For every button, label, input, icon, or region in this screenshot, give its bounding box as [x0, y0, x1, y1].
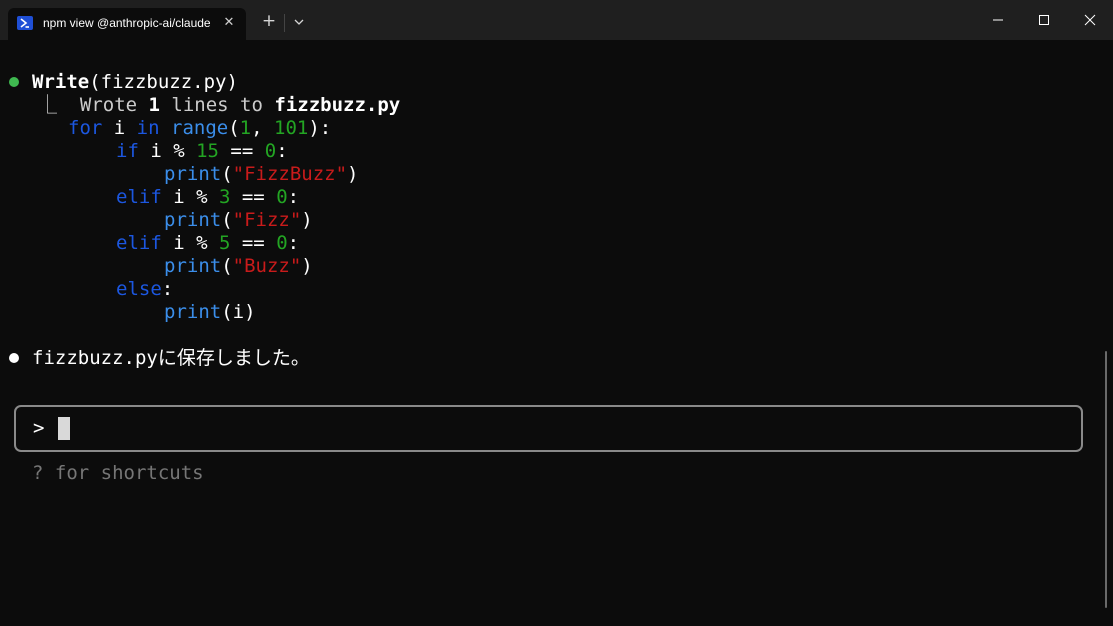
- scrollbar[interactable]: [1105, 351, 1107, 608]
- shortcuts-hint: ? for shortcuts: [32, 462, 204, 484]
- minimize-button[interactable]: [975, 0, 1021, 40]
- code-line-3: print("FizzBuzz"): [164, 163, 359, 185]
- text-cursor: [58, 417, 70, 440]
- maximize-button[interactable]: [1021, 0, 1067, 40]
- terminal-output[interactable]: Write(fizzbuzz.py) ⎿ Wrote 1 lines to fi…: [0, 40, 1113, 626]
- code-line-4: elif i % 3 == 0:: [116, 186, 300, 208]
- powershell-icon: [17, 16, 33, 30]
- code-line-7: print("Buzz"): [164, 255, 313, 277]
- minimize-icon: [993, 19, 1003, 21]
- code-line-9: print(i): [164, 301, 256, 323]
- chevron-down-icon[interactable]: [290, 11, 308, 33]
- message-dot: [9, 353, 19, 363]
- tab-divider: [284, 14, 285, 32]
- close-button[interactable]: [1067, 0, 1113, 40]
- prompt-input[interactable]: >: [14, 405, 1083, 452]
- tool-result-line: ⎿ Wrote 1 lines to fizzbuzz.py: [38, 94, 401, 116]
- code-line-1: for i in range(1, 101):: [68, 117, 332, 139]
- code-line-5: print("Fizz"): [164, 209, 313, 231]
- code-line-2: if i % 15 == 0:: [116, 140, 288, 162]
- prompt-symbol: >: [33, 417, 45, 439]
- close-icon: [1084, 14, 1096, 26]
- maximize-icon: [1039, 15, 1049, 25]
- success-dot: [9, 77, 19, 87]
- tool-call-line: Write(fizzbuzz.py): [32, 71, 238, 93]
- new-tab-button[interactable]: +: [258, 10, 280, 32]
- assistant-message: fizzbuzz.pyに保存しました。: [32, 347, 310, 369]
- title-bar: npm view @anthropic-ai/claude ✕ +: [0, 0, 1113, 40]
- terminal-tab[interactable]: npm view @anthropic-ai/claude ✕: [8, 8, 246, 40]
- code-line-8: else:: [116, 278, 174, 300]
- code-line-6: elif i % 5 == 0:: [116, 232, 300, 254]
- tab-title: npm view @anthropic-ai/claude: [43, 16, 211, 30]
- tab-close-icon[interactable]: ✕: [218, 12, 240, 34]
